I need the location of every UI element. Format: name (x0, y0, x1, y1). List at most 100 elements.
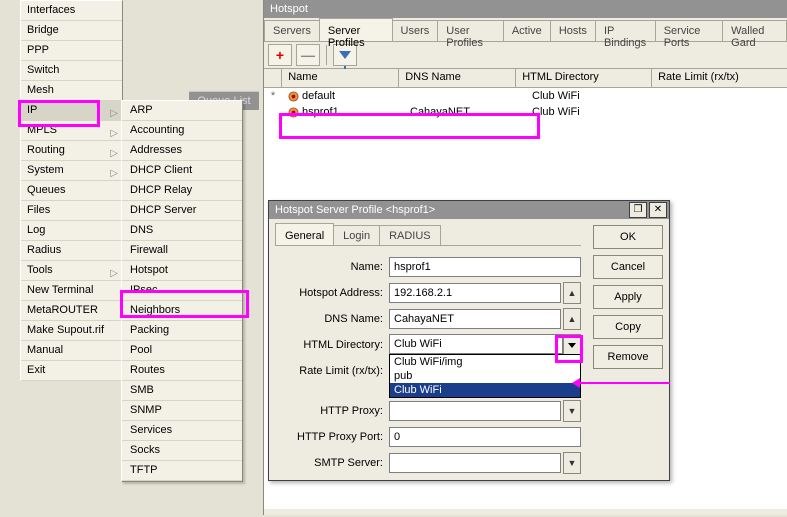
submenu-item-dns[interactable]: DNS (122, 221, 242, 241)
dialog-side-buttons: OK Cancel Apply Copy Remove (587, 219, 669, 480)
general-form: Name: Hotspot Address: ▲ DNS Name: ▲ (275, 246, 581, 476)
ok-button[interactable]: OK (593, 225, 663, 249)
cancel-button[interactable]: Cancel (593, 255, 663, 279)
name-input[interactable] (389, 257, 581, 277)
submenu-item-neighbors[interactable]: Neighbors (122, 301, 242, 321)
menu-item-metarouter[interactable]: MetaROUTER (21, 301, 122, 321)
triangle-up-icon: ▲ (568, 314, 577, 324)
apply-button[interactable]: Apply (593, 285, 663, 309)
menu-item-interfaces[interactable]: Interfaces (21, 1, 122, 21)
submenu-item-dhcp-relay[interactable]: DHCP Relay (122, 181, 242, 201)
dropdown-option[interactable]: pub (390, 369, 580, 383)
http-proxy-port-input[interactable] (389, 427, 581, 447)
menu-item-ppp[interactable]: PPP (21, 41, 122, 61)
menu-item-routing[interactable]: Routing▷ (21, 141, 122, 161)
dropdown-option[interactable]: Club WiFi (390, 383, 580, 397)
menu-item-files[interactable]: Files (21, 201, 122, 221)
hotspot-address-input[interactable] (389, 283, 561, 303)
submenu-item-dhcp-server[interactable]: DHCP Server (122, 201, 242, 221)
menu-item-mesh[interactable]: Mesh (21, 81, 122, 101)
server-profile-dialog: Hotspot Server Profile <hsprof1> ❐ ✕ Gen… (268, 200, 670, 481)
tab-hosts[interactable]: Hosts (550, 20, 596, 41)
copy-button[interactable]: Copy (593, 315, 663, 339)
menu-item-tools[interactable]: Tools▷ (21, 261, 122, 281)
html-directory-arrow-button[interactable] (563, 334, 581, 356)
remove-button[interactable]: Remove (593, 345, 663, 369)
dialog-tabs: GeneralLoginRADIUS (275, 223, 581, 246)
smtp-server-down[interactable]: ▼ (563, 452, 581, 474)
dropdown-option[interactable]: Club WiFi/img (390, 355, 580, 369)
menu-item-ip[interactable]: IP▷ (21, 101, 122, 121)
grid-header-name[interactable]: Name (282, 69, 399, 87)
http-proxy-down[interactable]: ▼ (563, 400, 581, 422)
smtp-server-input[interactable] (389, 453, 561, 473)
dialog-titlebar[interactable]: Hotspot Server Profile <hsprof1> ❐ ✕ (269, 201, 669, 219)
submenu-item-ipsec[interactable]: IPsec (122, 281, 242, 301)
dialog-tab-radius[interactable]: RADIUS (379, 225, 441, 245)
dns-name-up[interactable]: ▲ (563, 308, 581, 330)
tab-users[interactable]: Users (392, 20, 439, 41)
menu-item-mpls[interactable]: MPLS▷ (21, 121, 122, 141)
submenu-item-routes[interactable]: Routes (122, 361, 242, 381)
submenu-item-hotspot[interactable]: Hotspot (122, 261, 242, 281)
submenu-item-services[interactable]: Services (122, 421, 242, 441)
submenu-item-pool[interactable]: Pool (122, 341, 242, 361)
table-row[interactable]: hsprof1CahayaNETClub WiFi (264, 104, 787, 120)
hotspot-address-up[interactable]: ▲ (563, 282, 581, 304)
toolbar-separator (326, 45, 327, 65)
html-directory-dropdown[interactable]: Club WiFi Club WiFi/imgpubClub WiFi (389, 334, 581, 356)
dialog-restore-button[interactable]: ❐ (629, 202, 647, 218)
menu-item-exit[interactable]: Exit (21, 361, 122, 381)
tab-walled-gard[interactable]: Walled Gard (722, 20, 787, 41)
hotspot-window-title: Hotspot (264, 0, 787, 18)
tab-server-profiles[interactable]: Server Profiles (319, 18, 393, 41)
menu-item-bridge[interactable]: Bridge (21, 21, 122, 41)
submenu-item-tftp[interactable]: TFTP (122, 461, 242, 481)
dialog-close-button[interactable]: ✕ (649, 202, 667, 218)
menu-item-new-terminal[interactable]: New Terminal (21, 281, 122, 301)
submenu-item-arp[interactable]: ARP (122, 101, 242, 121)
submenu-item-snmp[interactable]: SNMP (122, 401, 242, 421)
close-icon: ✕ (654, 205, 662, 215)
smtp-server-label: SMTP Server: (275, 457, 389, 469)
remove-button[interactable]: — (296, 44, 320, 66)
submenu-item-socks[interactable]: Socks (122, 441, 242, 461)
http-proxy-input[interactable] (389, 401, 561, 421)
hotspot-address-label: Hotspot Address: (275, 287, 389, 299)
menu-item-system[interactable]: System▷ (21, 161, 122, 181)
menu-item-queues[interactable]: Queues (21, 181, 122, 201)
tab-ip-bindings[interactable]: IP Bindings (595, 20, 656, 41)
grid-header-flag[interactable] (264, 69, 282, 87)
rate-limit-label: Rate Limit (rx/tx): (275, 365, 389, 377)
html-directory-value: Club WiFi (389, 334, 563, 354)
tab-servers[interactable]: Servers (264, 20, 320, 41)
submenu-item-firewall[interactable]: Firewall (122, 241, 242, 261)
tab-service-ports[interactable]: Service Ports (655, 20, 723, 41)
submenu-item-addresses[interactable]: Addresses (122, 141, 242, 161)
tab-active[interactable]: Active (503, 20, 551, 41)
grid-header-rate[interactable]: Rate Limit (rx/tx) (652, 69, 787, 87)
menu-item-switch[interactable]: Switch (21, 61, 122, 81)
grid-header: Name DNS Name HTML Directory Rate Limit … (264, 69, 787, 88)
menu-item-make-supout-rif[interactable]: Make Supout.rif (21, 321, 122, 341)
dialog-tab-login[interactable]: Login (333, 225, 380, 245)
profile-icon (288, 91, 299, 102)
grid-header-dns[interactable]: DNS Name (399, 69, 516, 87)
menu-item-manual[interactable]: Manual (21, 341, 122, 361)
http-proxy-label: HTTP Proxy: (275, 405, 389, 417)
grid-header-html[interactable]: HTML Directory (516, 69, 652, 87)
submenu-item-smb[interactable]: SMB (122, 381, 242, 401)
dialog-tab-general[interactable]: General (275, 223, 334, 245)
triangle-down-icon: ▼ (568, 458, 577, 468)
submenu-item-packing[interactable]: Packing (122, 321, 242, 341)
funnel-icon (339, 51, 351, 59)
dns-name-input[interactable] (389, 309, 561, 329)
tab-user-profiles[interactable]: User Profiles (437, 20, 504, 41)
submenu-item-accounting[interactable]: Accounting (122, 121, 242, 141)
annotation-arrow (580, 382, 670, 384)
submenu-item-dhcp-client[interactable]: DHCP Client (122, 161, 242, 181)
table-row[interactable]: *defaultClub WiFi (264, 88, 787, 104)
menu-item-radius[interactable]: Radius (21, 241, 122, 261)
add-button[interactable]: + (268, 44, 292, 66)
menu-item-log[interactable]: Log (21, 221, 122, 241)
